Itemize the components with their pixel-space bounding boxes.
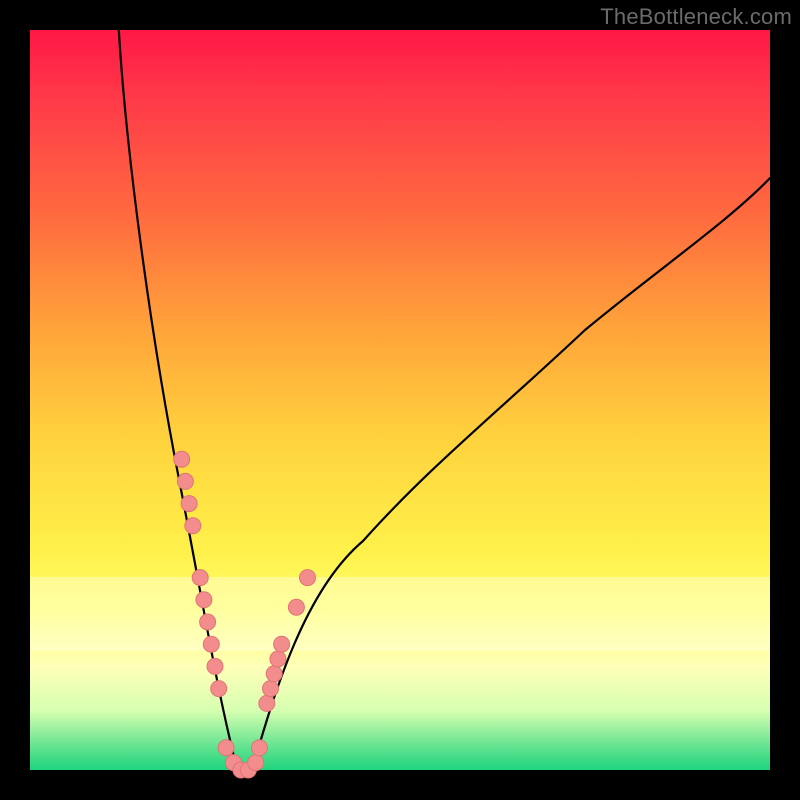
- watermark-text: TheBottleneck.com: [600, 4, 792, 30]
- plot-area: [30, 30, 770, 770]
- curve-layer: [30, 30, 770, 770]
- cluster-trough: [218, 740, 267, 778]
- right-branch-path: [252, 178, 770, 770]
- cluster-left-mid: [192, 570, 227, 697]
- cluster-left-upper: [174, 451, 201, 534]
- cluster-right-mid: [259, 636, 290, 711]
- chart-frame: TheBottleneck.com: [0, 0, 800, 800]
- left-branch-path: [119, 30, 237, 770]
